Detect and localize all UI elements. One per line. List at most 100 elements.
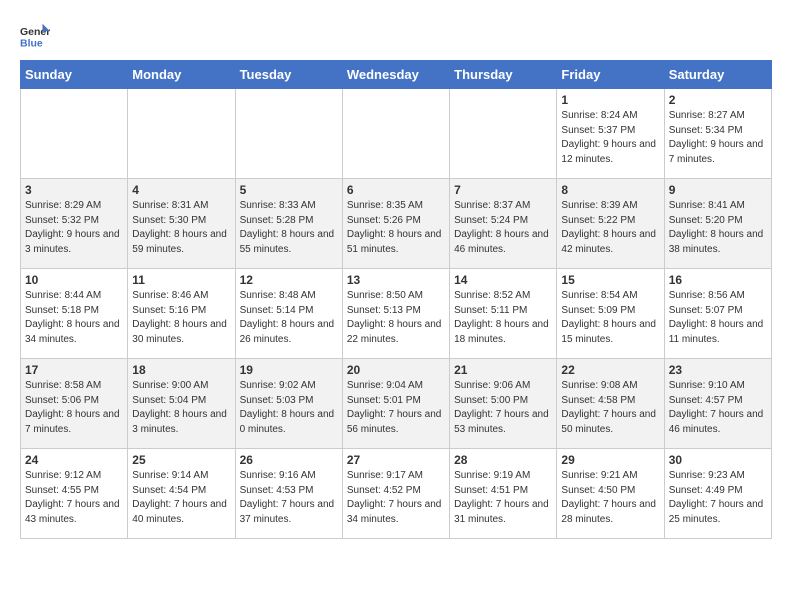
week-row-4: 17Sunrise: 8:58 AMSunset: 5:06 PMDayligh… <box>21 359 772 449</box>
day-cell: 16 Sunrise: 8:56 AMSunset: 5:07 PMDayligh… <box>664 269 771 359</box>
day-cell: 5 Sunrise: 8:33 AMSunset: 5:28 PMDaylight… <box>235 179 342 269</box>
day-cell <box>342 89 449 179</box>
day-cell: 12Sunrise: 8:48 AMSunset: 5:14 PMDayligh… <box>235 269 342 359</box>
col-header-saturday: Saturday <box>664 61 771 89</box>
col-header-monday: Monday <box>128 61 235 89</box>
day-number: 10 <box>25 273 123 287</box>
day-info: Sunrise: 9:00 AMSunset: 5:04 PMDaylight:… <box>132 379 230 437</box>
week-row-2: 3 Sunrise: 8:29 AMSunset: 5:32 PMDaylight… <box>21 179 772 269</box>
day-cell: 17Sunrise: 8:58 AMSunset: 5:06 PMDayligh… <box>21 359 128 449</box>
header-row: SundayMondayTuesdayWednesdayThursdayFrid… <box>21 61 772 89</box>
day-cell: 2 Sunrise: 8:27 AMSunset: 5:34 PMDaylight… <box>664 89 771 179</box>
day-info: Sunrise: 8:44 AMSunset: 5:18 PMDaylight:… <box>25 289 123 347</box>
day-cell: 30 Sunrise: 9:23 AMSunset: 4:49 PMDayligh… <box>664 449 771 539</box>
day-cell: 28 Sunrise: 9:19 AMSunset: 4:51 PMDayligh… <box>450 449 557 539</box>
day-info: Sunrise: 8:37 AMSunset: 5:24 PMDaylight:… <box>454 199 552 257</box>
day-info: Sunrise: 8:58 AMSunset: 5:06 PMDaylight:… <box>25 379 123 437</box>
day-number: 23 <box>669 363 767 377</box>
day-info: Sunrise: 9:04 AMSunset: 5:01 PMDaylight:… <box>347 379 445 437</box>
day-info: Sunrise: 8:54 AMSunset: 5:09 PMDaylight:… <box>561 289 659 347</box>
day-cell: 22Sunrise: 9:08 AMSunset: 4:58 PMDayligh… <box>557 359 664 449</box>
day-info: Sunrise: 8:35 AMSunset: 5:26 PMDaylight:… <box>347 199 445 257</box>
day-cell <box>235 89 342 179</box>
day-number: 29 <box>561 453 659 467</box>
day-info: Sunrise: 8:41 AMSunset: 5:20 PMDaylight:… <box>669 199 767 257</box>
svg-text:Blue: Blue <box>20 37 43 49</box>
day-info: Sunrise: 9:16 AMSunset: 4:53 PMDaylight:… <box>240 469 338 527</box>
day-cell: 25 Sunrise: 9:14 AMSunset: 4:54 PMDayligh… <box>128 449 235 539</box>
day-info: Sunrise: 9:02 AMSunset: 5:03 PMDaylight:… <box>240 379 338 437</box>
week-row-5: 24Sunrise: 9:12 AMSunset: 4:55 PMDayligh… <box>21 449 772 539</box>
day-info: Sunrise: 8:33 AMSunset: 5:28 PMDaylight:… <box>240 199 338 257</box>
day-cell: 21 Sunrise: 9:06 AMSunset: 5:00 PMDayligh… <box>450 359 557 449</box>
day-number: 21 <box>454 363 552 377</box>
day-info: Sunrise: 9:19 AMSunset: 4:51 PMDaylight:… <box>454 469 552 527</box>
day-number: 11 <box>132 273 230 287</box>
day-cell: 19 Sunrise: 9:02 AMSunset: 5:03 PMDayligh… <box>235 359 342 449</box>
day-number: 22 <box>561 363 659 377</box>
day-number: 5 <box>240 183 338 197</box>
day-number: 20 <box>347 363 445 377</box>
day-number: 15 <box>561 273 659 287</box>
day-number: 8 <box>561 183 659 197</box>
day-number: 1 <box>561 93 659 107</box>
day-number: 3 <box>25 183 123 197</box>
day-cell: 24Sunrise: 9:12 AMSunset: 4:55 PMDayligh… <box>21 449 128 539</box>
day-cell <box>450 89 557 179</box>
day-cell <box>21 89 128 179</box>
day-info: Sunrise: 8:27 AMSunset: 5:34 PMDaylight:… <box>669 109 767 167</box>
col-header-thursday: Thursday <box>450 61 557 89</box>
header: General Blue <box>20 20 772 50</box>
week-row-3: 10 Sunrise: 8:44 AMSunset: 5:18 PMDayligh… <box>21 269 772 359</box>
day-info: Sunrise: 8:24 AMSunset: 5:37 PMDaylight:… <box>561 109 659 167</box>
calendar-table: SundayMondayTuesdayWednesdayThursdayFrid… <box>20 60 772 539</box>
day-info: Sunrise: 9:10 AMSunset: 4:57 PMDaylight:… <box>669 379 767 437</box>
day-number: 7 <box>454 183 552 197</box>
day-number: 30 <box>669 453 767 467</box>
day-cell: 23 Sunrise: 9:10 AMSunset: 4:57 PMDayligh… <box>664 359 771 449</box>
day-cell: 14Sunrise: 8:52 AMSunset: 5:11 PMDayligh… <box>450 269 557 359</box>
day-number: 27 <box>347 453 445 467</box>
day-number: 16 <box>669 273 767 287</box>
day-cell: 20 Sunrise: 9:04 AMSunset: 5:01 PMDayligh… <box>342 359 449 449</box>
day-info: Sunrise: 9:21 AMSunset: 4:50 PMDaylight:… <box>561 469 659 527</box>
day-number: 18 <box>132 363 230 377</box>
day-number: 9 <box>669 183 767 197</box>
day-info: Sunrise: 9:06 AMSunset: 5:00 PMDaylight:… <box>454 379 552 437</box>
day-info: Sunrise: 8:29 AMSunset: 5:32 PMDaylight:… <box>25 199 123 257</box>
day-info: Sunrise: 9:23 AMSunset: 4:49 PMDaylight:… <box>669 469 767 527</box>
day-cell: 13Sunrise: 8:50 AMSunset: 5:13 PMDayligh… <box>342 269 449 359</box>
day-number: 28 <box>454 453 552 467</box>
day-info: Sunrise: 8:56 AMSunset: 5:07 PMDaylight:… <box>669 289 767 347</box>
day-number: 4 <box>132 183 230 197</box>
day-info: Sunrise: 8:31 AMSunset: 5:30 PMDaylight:… <box>132 199 230 257</box>
logo-icon: General Blue <box>20 20 50 50</box>
page-container: General Blue SundayMondayTuesdayWednesda… <box>0 0 792 549</box>
day-info: Sunrise: 8:52 AMSunset: 5:11 PMDaylight:… <box>454 289 552 347</box>
day-number: 19 <box>240 363 338 377</box>
day-info: Sunrise: 8:39 AMSunset: 5:22 PMDaylight:… <box>561 199 659 257</box>
day-cell: 10 Sunrise: 8:44 AMSunset: 5:18 PMDayligh… <box>21 269 128 359</box>
col-header-sunday: Sunday <box>21 61 128 89</box>
day-cell: 3 Sunrise: 8:29 AMSunset: 5:32 PMDaylight… <box>21 179 128 269</box>
day-cell: 1 Sunrise: 8:24 AMSunset: 5:37 PMDaylight… <box>557 89 664 179</box>
day-cell: 11Sunrise: 8:46 AMSunset: 5:16 PMDayligh… <box>128 269 235 359</box>
day-info: Sunrise: 9:14 AMSunset: 4:54 PMDaylight:… <box>132 469 230 527</box>
day-number: 25 <box>132 453 230 467</box>
day-info: Sunrise: 9:17 AMSunset: 4:52 PMDaylight:… <box>347 469 445 527</box>
col-header-tuesday: Tuesday <box>235 61 342 89</box>
week-row-1: 1 Sunrise: 8:24 AMSunset: 5:37 PMDaylight… <box>21 89 772 179</box>
day-number: 12 <box>240 273 338 287</box>
day-cell: 7 Sunrise: 8:37 AMSunset: 5:24 PMDaylight… <box>450 179 557 269</box>
logo: General Blue <box>20 20 54 50</box>
day-cell <box>128 89 235 179</box>
day-cell: 18 Sunrise: 9:00 AMSunset: 5:04 PMDayligh… <box>128 359 235 449</box>
day-cell: 4 Sunrise: 8:31 AMSunset: 5:30 PMDaylight… <box>128 179 235 269</box>
day-number: 24 <box>25 453 123 467</box>
col-header-wednesday: Wednesday <box>342 61 449 89</box>
day-number: 13 <box>347 273 445 287</box>
day-number: 26 <box>240 453 338 467</box>
day-cell: 15 Sunrise: 8:54 AMSunset: 5:09 PMDayligh… <box>557 269 664 359</box>
day-cell: 26 Sunrise: 9:16 AMSunset: 4:53 PMDayligh… <box>235 449 342 539</box>
day-number: 2 <box>669 93 767 107</box>
